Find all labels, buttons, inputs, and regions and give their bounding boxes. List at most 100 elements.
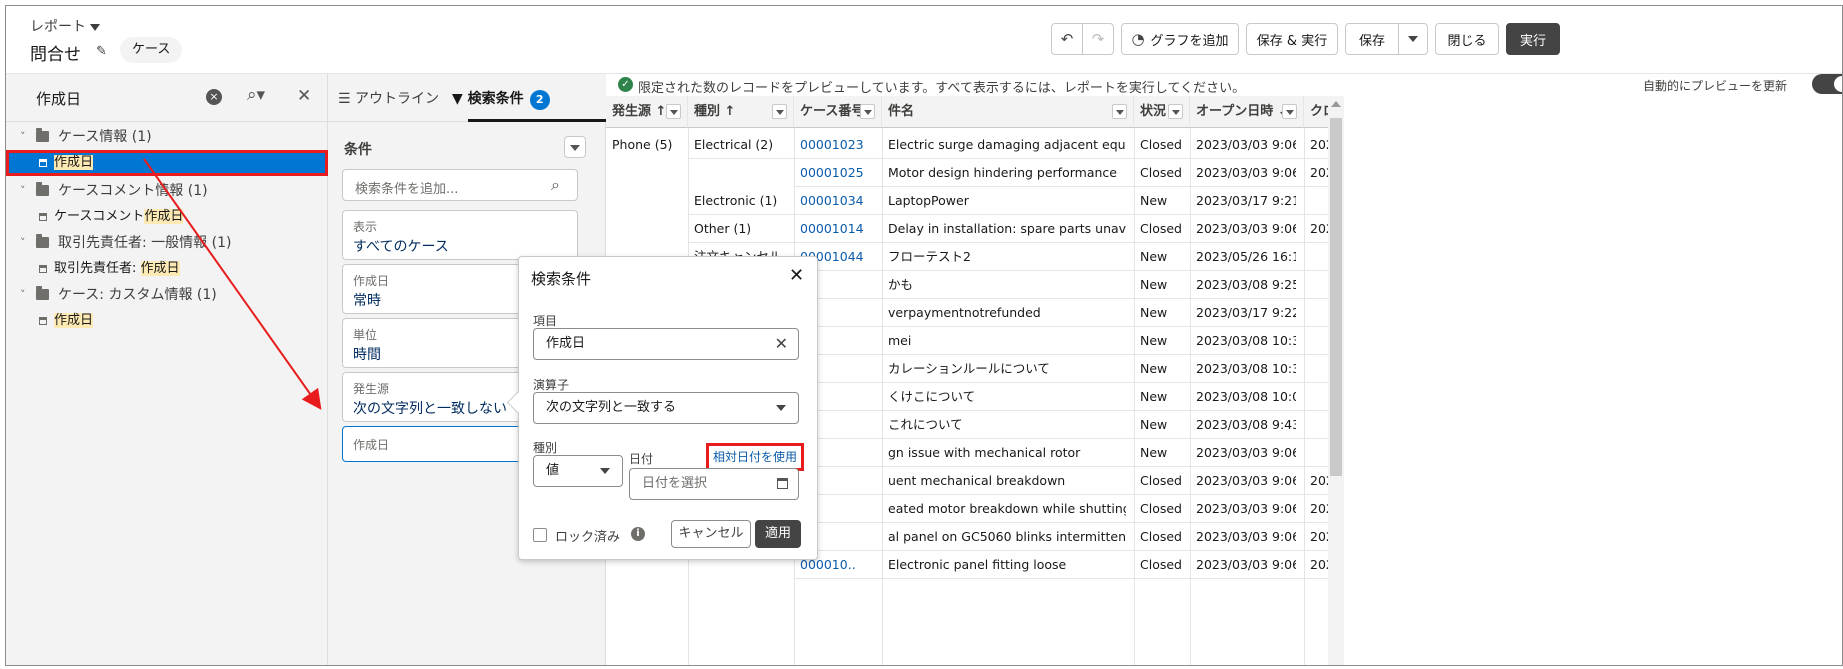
date-picker-input[interactable]: 日付を選択 [629,468,799,500]
closed-cell: - [1310,383,1328,411]
tree-folder[interactable]: ˅ 取引先責任者: 一般情報 (1) [6,230,328,256]
status-cell: New [1140,277,1168,292]
redo-button[interactable]: ↷ [1082,23,1114,55]
search-options-icon[interactable]: ⌕▾ [247,85,265,105]
cancel-button[interactable]: キャンセル [671,520,751,548]
column-header-label: 件名 [888,104,915,119]
column-menu-icon[interactable] [1112,104,1127,119]
undo-button[interactable]: ↶ [1051,23,1083,55]
relative-date-link[interactable]: 相対日付を使用 [706,443,804,471]
column-header-subject[interactable]: 件名 [882,96,1134,128]
column-header-opened[interactable]: オープン日時 ↓ [1190,96,1304,128]
filter-label: 作成日 [353,274,390,288]
column-header-closed[interactable]: クローズ日時 [1304,96,1328,128]
table-scrollbar[interactable] [1328,96,1344,665]
closed-cell: - [1310,187,1328,215]
close-label: 閉じる [1447,33,1487,49]
tree-folder[interactable]: ˅ ケース情報 (1) [6,124,328,150]
clear-icon[interactable]: ✕ [775,329,788,359]
save-and-run-button[interactable]: 保存 & 実行 [1246,23,1338,55]
conditions-menu-button[interactable] [564,136,586,158]
opened-cell: 2023/03/08 10:39 [1196,333,1296,348]
status-cell: New [1140,333,1168,348]
tree-field-selected[interactable]: 作成日 [6,150,328,176]
column-menu-icon[interactable] [666,104,681,119]
status-cell: New [1140,305,1168,320]
opened-cell: 2023/05/26 16:18 [1196,249,1296,264]
tree-folder-label: ケース: カスタム情報 (1) [58,287,217,303]
apply-button[interactable]: 適用 [755,520,801,548]
breadcrumb-label: レポート [30,19,86,35]
add-chart-button[interactable]: ◔ グラフを追加 [1121,23,1239,55]
auto-preview-toggle[interactable] [1812,74,1842,94]
case-number-cell[interactable]: 00001025 [800,159,874,187]
tab-filters[interactable]: ▼ 検索条件 2 [452,88,550,110]
tree-field[interactable]: 取引先責任者: 作成日 [6,256,328,282]
opened-cell: 2023/03/03 9:06 [1196,137,1296,152]
subject-cell: Electronic panel fitting loose [888,557,1067,572]
column-menu-icon[interactable] [772,104,787,119]
column-header-type[interactable]: 種別 ↑ [688,96,794,128]
subject-cell: uent mechanical breakdown [888,473,1066,488]
status-cell: New [1140,445,1168,460]
scroll-up-icon[interactable] [1331,101,1341,107]
column-menu-icon[interactable] [860,104,875,119]
closed-cell: - [1310,439,1328,467]
tree-field[interactable]: 作成日 [6,308,328,334]
chevron-down-icon: ˅ [20,184,26,197]
case-number-cell[interactable]: 00001034 [800,187,874,215]
case-number-cell[interactable]: 00001023 [800,131,874,159]
chevron-down-icon [776,405,786,411]
run-button[interactable]: 実行 [1506,23,1560,55]
info-icon[interactable]: i [631,527,645,541]
locked-checkbox[interactable] [533,528,547,542]
case-number-cell[interactable]: 00001014 [800,215,874,243]
filter-label: 表示 [353,220,378,234]
column-menu-icon[interactable] [1282,104,1297,119]
pencil-icon[interactable]: ✎ [96,44,107,59]
column-header-status[interactable]: 状況 [1134,96,1190,128]
folder-icon [36,286,49,300]
column-header-source[interactable]: 発生源 ↑ [606,96,688,128]
clear-search-icon[interactable]: × [206,89,222,105]
tree-field[interactable]: ケースコメント作成日 [6,204,328,230]
column-divider [1304,128,1305,665]
status-cell: New [1140,193,1168,208]
close-button[interactable]: 閉じる [1435,23,1499,55]
save-and-run-label: 保存 & 実行 [1256,33,1328,49]
tree-field-highlight: 作成日 [54,313,94,328]
tree-folder[interactable]: ˅ ケースコメント情報 (1) [6,178,328,204]
column-header-label: 種別 ↑ [694,104,736,119]
closed-cell: - [1310,243,1328,271]
calendar-icon[interactable] [777,478,788,489]
tree-folder[interactable]: ˅ ケース: カスタム情報 (1) [6,282,328,308]
save-button[interactable]: 保存 [1345,23,1399,55]
column-menu-icon[interactable] [1168,104,1183,119]
add-filter-input[interactable]: 検索条件を追加... ⌕ [342,169,578,201]
add-chart-label: グラフを追加 [1150,33,1229,49]
status-cell: Closed [1140,557,1182,572]
opened-cell: 2023/03/03 9:06 [1196,221,1296,236]
operator-value: 次の文字列と一致する [546,400,677,415]
save-menu-button[interactable] [1398,23,1428,55]
kind-select[interactable]: 値 [533,455,623,487]
type-cell: Other (1) [694,221,752,236]
field-input[interactable]: 作成日 ✕ [533,328,799,360]
run-label: 実行 [1519,33,1546,49]
column-header-label: ケース番号 [800,104,865,119]
subject-cell: verpaymentnotrefunded [888,305,1041,320]
tab-outline[interactable]: ☰ アウトライン [338,88,439,108]
operator-select[interactable]: 次の文字列と一致する [533,392,799,424]
breadcrumb[interactable]: レポート [30,16,100,36]
close-panel-icon[interactable]: ✕ [297,86,311,106]
preview-message: 限定された数のレコードをプレビューしています。すべて表示するには、レポートを実行… [638,81,1246,96]
column-header-case-number[interactable]: ケース番号 [794,96,882,128]
filter-card[interactable]: 表示 すべてのケース [342,210,578,260]
subject-cell: フローテスト2 [888,249,971,264]
filter-label: 単位 [353,328,378,342]
field-search-input[interactable]: 作成日 [36,88,81,109]
closed-cell: - [1310,299,1328,327]
scrollbar-thumb[interactable] [1330,118,1342,476]
type-cell [694,159,786,187]
close-icon[interactable]: ✕ [789,265,804,286]
